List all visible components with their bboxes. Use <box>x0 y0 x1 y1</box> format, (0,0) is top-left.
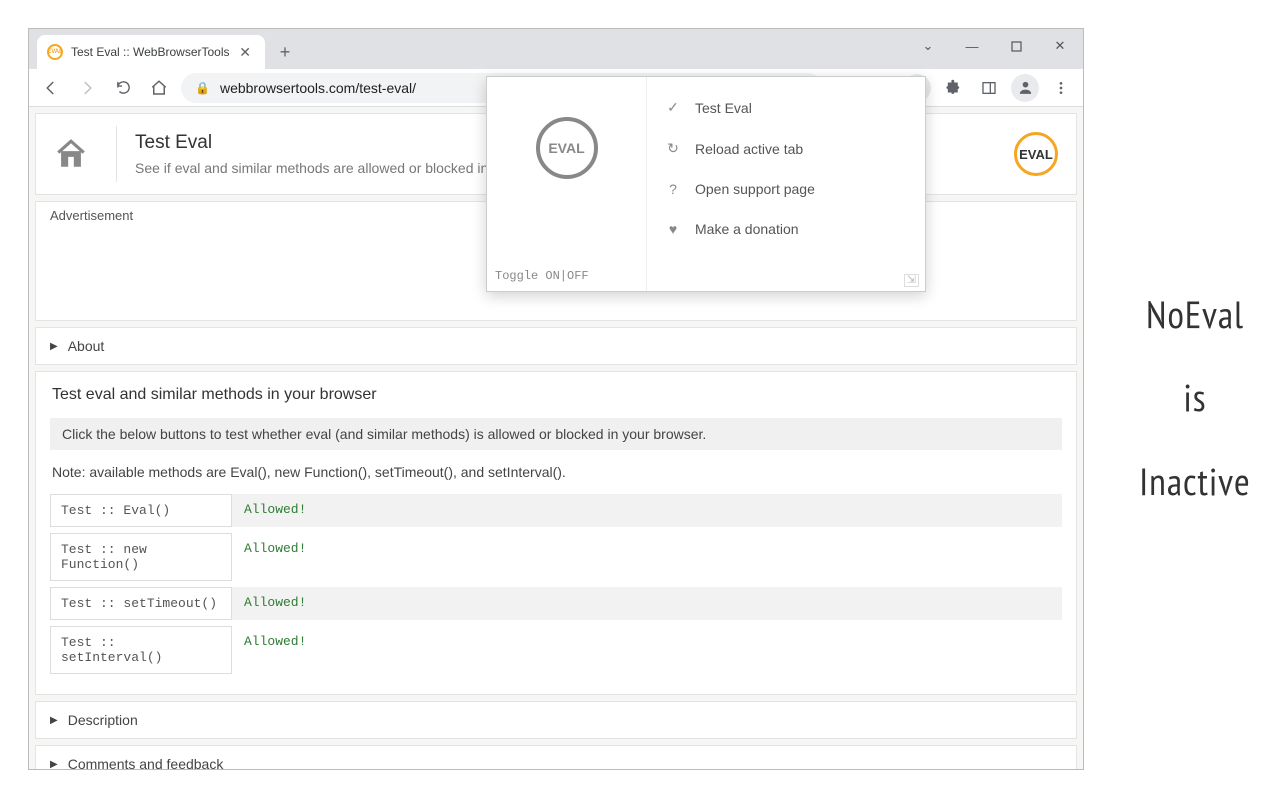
caret-right-icon: ▶ <box>50 715 58 726</box>
reload-button[interactable] <box>109 74 137 102</box>
popup-item-icon: ↻ <box>665 140 681 157</box>
test-row: Test :: Eval()Allowed! <box>50 494 1062 527</box>
lock-icon: 🔒 <box>195 81 210 95</box>
test-row: Test :: setTimeout()Allowed! <box>50 587 1062 620</box>
popup-menu-item[interactable]: ✓ Test Eval <box>647 87 925 128</box>
extension-popup: EVAL Toggle ON|OFF ✓ Test Eval ↻ Reload act… <box>486 76 926 292</box>
annotation-line-3: Inactive <box>1110 457 1280 506</box>
extensions-puzzle-icon[interactable] <box>939 74 967 102</box>
tab-favicon-eval-icon: EVAL <box>47 44 63 60</box>
popup-toggle-label: Toggle ON|OFF <box>495 269 589 283</box>
home-icon[interactable] <box>54 137 88 171</box>
caret-right-icon: ▶ <box>50 759 58 770</box>
test-result: Allowed! <box>232 626 1062 674</box>
new-tab-button[interactable]: + <box>271 38 299 66</box>
main-test-panel: Test eval and similar methods in your br… <box>35 371 1077 695</box>
instruction-text: Click the below buttons to test whether … <box>50 418 1062 450</box>
annotation-text: NoEval is Inactive <box>1110 290 1280 540</box>
description-label: Description <box>68 712 138 728</box>
test-result: Allowed! <box>232 587 1062 620</box>
tab-title: Test Eval :: WebBrowserTools <box>71 45 235 59</box>
home-button[interactable] <box>145 74 173 102</box>
popup-item-label: Make a donation <box>695 221 799 237</box>
forward-button[interactable] <box>73 74 101 102</box>
description-section-toggle[interactable]: ▶ Description <box>35 701 1077 739</box>
browser-tab[interactable]: EVAL Test Eval :: WebBrowserTools ✕ <box>37 35 265 69</box>
about-label: About <box>68 338 105 354</box>
test-result: Allowed! <box>232 533 1062 581</box>
minimize-button[interactable]: — <box>955 33 989 59</box>
about-section-toggle[interactable]: ▶ About <box>35 327 1077 365</box>
popup-item-icon: ✓ <box>665 99 681 116</box>
back-button[interactable] <box>37 74 65 102</box>
test-result: Allowed! <box>232 494 1062 527</box>
annotation-line-1: NoEval <box>1110 290 1280 339</box>
side-panel-icon[interactable] <box>975 74 1003 102</box>
caret-down-icon[interactable]: ⌄ <box>911 33 945 59</box>
popup-menu-item[interactable]: ♥ Make a donation <box>647 209 925 249</box>
popup-item-icon: ♥ <box>665 221 681 237</box>
popup-resize-icon[interactable]: ⇲ <box>904 274 919 287</box>
main-heading: Test eval and similar methods in your br… <box>50 386 1062 404</box>
profile-avatar-icon[interactable] <box>1011 74 1039 102</box>
popup-menu-item[interactable]: ? Open support page <box>647 169 925 209</box>
test-button[interactable]: Test :: setTimeout() <box>50 587 232 620</box>
popup-item-label: Test Eval <box>695 100 752 116</box>
test-button[interactable]: Test :: Eval() <box>50 494 232 527</box>
popup-item-label: Open support page <box>695 181 815 197</box>
popup-menu-item[interactable]: ↻ Reload active tab <box>647 128 925 169</box>
popup-eval-logo-icon[interactable]: EVAL <box>536 117 598 179</box>
test-button[interactable]: Test :: setInterval() <box>50 626 232 674</box>
maximize-button[interactable] <box>999 33 1033 59</box>
annotation-line-2: is <box>1110 373 1280 422</box>
eval-logo-icon: EVAL <box>1014 132 1058 176</box>
test-row: Test :: setInterval()Allowed! <box>50 626 1062 674</box>
caret-right-icon: ▶ <box>50 341 58 352</box>
note-text: Note: available methods are Eval(), new … <box>50 460 1062 494</box>
titlebar: EVAL Test Eval :: WebBrowserTools ✕ + ⌄ … <box>29 29 1083 69</box>
menu-dots-icon[interactable] <box>1047 74 1075 102</box>
popup-item-icon: ? <box>665 181 681 197</box>
test-row: Test :: new Function()Allowed! <box>50 533 1062 581</box>
popup-item-label: Reload active tab <box>695 141 803 157</box>
tab-close-icon[interactable]: ✕ <box>235 44 255 61</box>
comments-section-toggle[interactable]: ▶ Comments and feedback <box>35 745 1077 769</box>
comments-label: Comments and feedback <box>68 756 224 769</box>
test-button[interactable]: Test :: new Function() <box>50 533 232 581</box>
window-controls: ⌄ — ✕ <box>911 33 1077 59</box>
close-window-button[interactable]: ✕ <box>1043 33 1077 59</box>
